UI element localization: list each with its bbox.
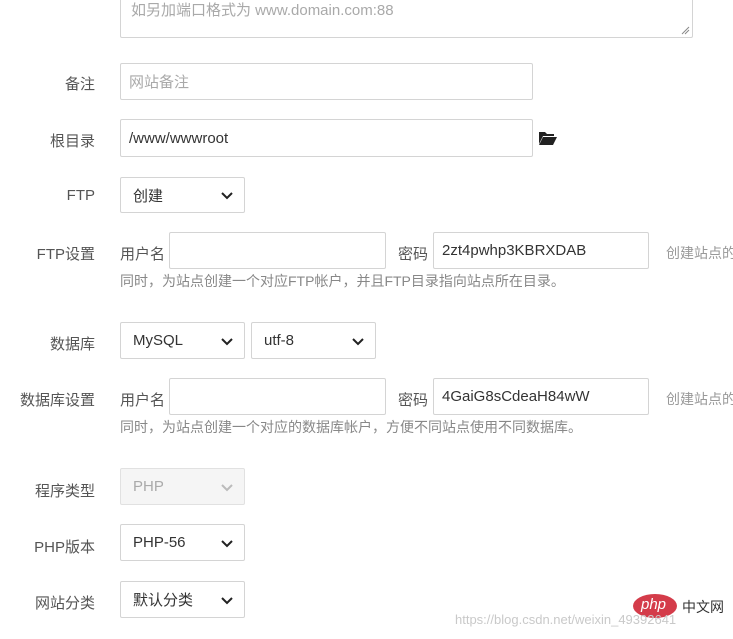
domain-textarea[interactable]: 如另加端口格式为 www.domain.com:88: [120, 0, 693, 38]
chevron-down-icon: [352, 337, 364, 345]
ftp-hint: 同时，为站点创建一个对应FTP帐户，并且FTP目录指向站点所在目录。: [120, 273, 565, 289]
watermark-php-text: php: [641, 596, 667, 613]
program-type-value: PHP: [133, 478, 164, 495]
db-username-label: 用户名: [120, 392, 166, 409]
php-version-label: PHP版本: [34, 539, 95, 556]
ftp-username-label: 用户名: [120, 246, 166, 263]
ftp-password-input[interactable]: 2zt4pwhp3KBRXDAB: [433, 232, 649, 269]
chevron-down-icon: [221, 483, 233, 491]
domain-textarea-placeholder: 如另加端口格式为 www.domain.com:88: [131, 2, 394, 19]
chevron-down-icon: [221, 539, 233, 547]
folder-open-icon[interactable]: [538, 130, 558, 146]
db-username-input[interactable]: [169, 378, 386, 415]
chevron-down-icon: [221, 337, 233, 345]
remark-input[interactable]: 网站备注: [120, 63, 533, 100]
ftp-side-text: 创建站点的: [666, 245, 733, 261]
root-dir-value: /www/wwwroot: [129, 129, 229, 147]
program-type-select: PHP: [120, 468, 245, 505]
database-charset-select[interactable]: utf-8: [251, 322, 376, 359]
program-type-label: 程序类型: [34, 483, 95, 500]
chevron-down-icon: [221, 192, 233, 200]
root-dir-input[interactable]: /www/wwwroot: [120, 119, 533, 157]
site-category-value: 默认分类: [133, 592, 194, 609]
site-category-label: 网站分类: [34, 595, 95, 612]
ftp-password-label: 密码: [398, 246, 429, 263]
db-side-text: 创建站点的: [666, 391, 733, 407]
db-password-label: 密码: [398, 392, 429, 409]
db-password-value: 4GaiG8sCdeaH84wW: [442, 388, 590, 405]
root-dir-label: 根目录: [49, 133, 95, 150]
database-label: 数据库: [49, 336, 95, 353]
database-charset-value: utf-8: [264, 332, 295, 349]
chevron-down-icon: [221, 596, 233, 604]
remark-label: 备注: [64, 76, 95, 93]
remark-placeholder: 网站备注: [129, 74, 190, 91]
ftp-username-input[interactable]: [169, 232, 386, 269]
db-settings-label: 数据库设置: [19, 392, 95, 409]
site-category-select[interactable]: 默认分类: [120, 581, 245, 618]
ftp-settings-label: FTP设置: [36, 246, 95, 263]
db-hint: 同时，为站点创建一个对应的数据库帐户，方便不同站点使用不同数据库。: [120, 419, 582, 435]
database-type-select[interactable]: MySQL: [120, 322, 245, 359]
ftp-select-value: 创建: [133, 187, 164, 205]
ftp-password-value: 2zt4pwhp3KBRXDAB: [442, 242, 587, 259]
watermark-url: https://blog.csdn.net/weixin_49392641: [455, 612, 677, 627]
database-type-value: MySQL: [133, 332, 184, 349]
php-version-value: PHP-56: [133, 534, 186, 551]
php-version-select[interactable]: PHP-56: [120, 524, 245, 561]
ftp-select[interactable]: 创建: [120, 177, 245, 213]
db-password-input[interactable]: 4GaiG8sCdeaH84wW: [433, 378, 649, 415]
resize-handle-icon[interactable]: [681, 26, 690, 35]
ftp-label: FTP: [66, 187, 95, 204]
